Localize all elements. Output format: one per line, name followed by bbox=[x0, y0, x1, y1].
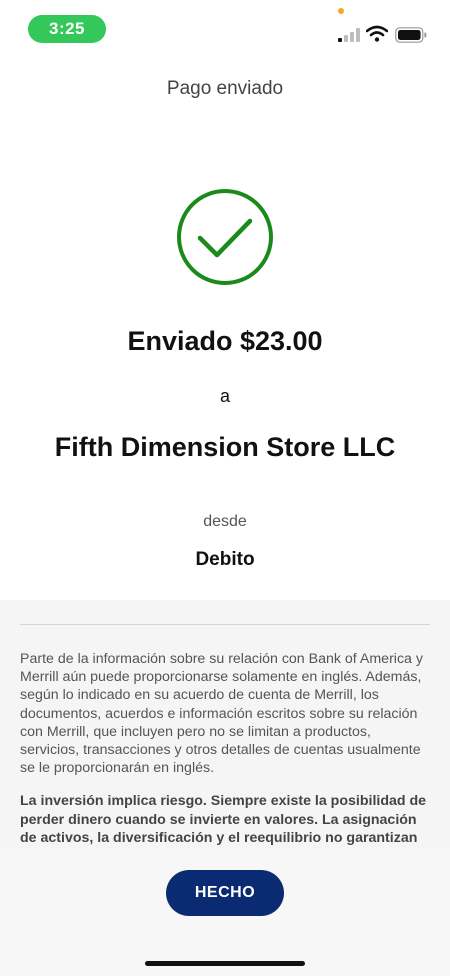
from-label: desde bbox=[203, 513, 247, 530]
home-indicator[interactable] bbox=[145, 961, 305, 966]
language-disclosure: Parte de la información sobre su relació… bbox=[20, 651, 423, 777]
source-account: Debito bbox=[195, 549, 255, 570]
recipient-name: Fifth Dimension Store LLC bbox=[54, 432, 396, 462]
status-time[interactable]: 3:25 bbox=[28, 15, 106, 43]
investment-risk-disclosure: La inversión implica riesgo. Siempre exi… bbox=[20, 793, 427, 846]
battery-icon bbox=[395, 27, 427, 43]
signal-icon bbox=[338, 28, 360, 42]
to-label: a bbox=[219, 386, 230, 406]
page-title: Pago enviado bbox=[166, 78, 284, 99]
status-bar: 3:25 bbox=[0, 0, 450, 56]
privacy-indicator-dot bbox=[338, 8, 344, 14]
check-circle-icon bbox=[177, 189, 273, 285]
done-button[interactable]: HECHO bbox=[166, 870, 284, 916]
disclosure-text[interactable]: Parte de la información sobre su relació… bbox=[20, 650, 430, 848]
wifi-icon bbox=[366, 25, 388, 42]
divider bbox=[20, 624, 430, 625]
sent-amount: Enviado $23.00 bbox=[127, 326, 323, 356]
